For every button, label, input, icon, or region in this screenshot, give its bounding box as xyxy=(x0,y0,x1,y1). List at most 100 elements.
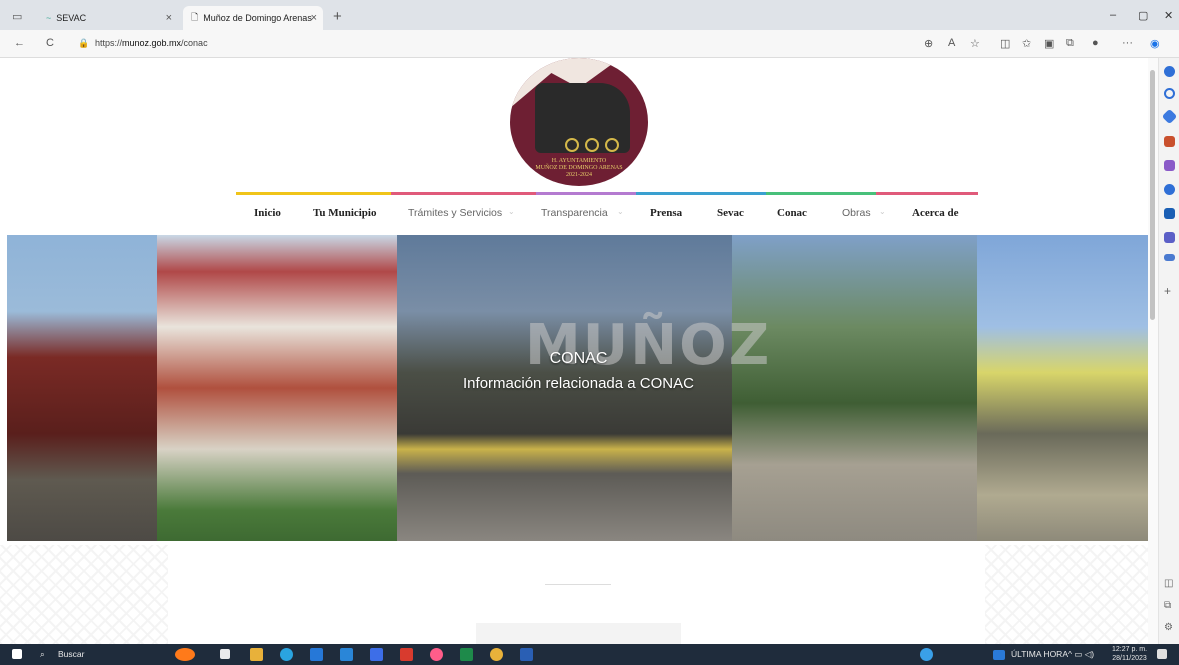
news-ticker[interactable]: ÚLTIMA HORA xyxy=(1011,649,1068,659)
new-tab-button[interactable]: + xyxy=(333,8,342,25)
extension-icon[interactable]: ⧉ xyxy=(1066,37,1074,50)
read-aloud-icon[interactable]: A xyxy=(948,37,955,49)
tab-label: SEVAC xyxy=(56,13,87,23)
external-link-icon[interactable]: ⧉ xyxy=(1164,600,1171,611)
chrome-icon[interactable] xyxy=(490,648,503,661)
edge-sidebar: + ◫ ⧉ ⚙ xyxy=(1158,58,1179,644)
logo-wheel xyxy=(585,138,599,152)
tab-favicon-icon: ~ xyxy=(46,13,52,23)
clock-date: 28/11/2023 xyxy=(1112,655,1147,662)
lock-icon[interactable]: 🔒 xyxy=(78,38,89,49)
logo-line: MUÑOZ DE DOMINGO ARENAS xyxy=(535,165,623,171)
nav-stripe xyxy=(636,192,766,195)
briefcase-icon[interactable] xyxy=(1164,136,1175,147)
tray-icons[interactable]: ^ ▭ ◁) xyxy=(1068,649,1094,660)
clock-time: 12:27 p. m. xyxy=(1112,646,1148,653)
favorites-icon[interactable]: ✩ xyxy=(1022,37,1031,50)
tab-sevac[interactable]: ~ SEVAC × xyxy=(38,6,178,30)
nav-acerca-de[interactable]: Acerca de xyxy=(912,207,959,219)
nav-tu-municipio[interactable]: Tu Municipio xyxy=(313,207,376,219)
nav-stripe xyxy=(766,192,876,195)
refresh-button[interactable]: C xyxy=(46,37,54,49)
search-icon[interactable] xyxy=(1164,88,1175,99)
logo-line: H. AYUNTAMIENTO xyxy=(551,158,607,164)
nav-prensa[interactable]: Prensa xyxy=(650,207,682,219)
sidebar-layout-icon[interactable]: ◫ xyxy=(1164,578,1173,589)
outlook-icon[interactable] xyxy=(1164,208,1175,219)
nav-obras[interactable]: Obras xyxy=(842,207,871,219)
tab-munoz[interactable]: 🗋 Muñoz de Domingo Arenas × xyxy=(183,6,323,30)
office-icon[interactable] xyxy=(400,648,413,661)
logo-wheel xyxy=(605,138,619,152)
close-window-button[interactable]: ✕ xyxy=(1164,9,1173,22)
logo-wheel xyxy=(565,138,579,152)
tab-label: Muñoz de Domingo Arenas xyxy=(203,13,312,23)
url-field[interactable]: https://munoz.gob.mx/conac xyxy=(95,38,208,48)
edge-icon[interactable] xyxy=(280,648,293,661)
content-box xyxy=(476,623,681,644)
hero-title: CONAC xyxy=(549,350,608,367)
web-page: H. AYUNTAMIENTO MUÑOZ DE DOMINGO ARENAS … xyxy=(0,58,1158,644)
nav-tramites[interactable]: Trámites y Servicios xyxy=(408,207,502,219)
designer-icon[interactable] xyxy=(1164,232,1175,243)
collections-icon[interactable]: ▣ xyxy=(1044,37,1054,50)
nav-inicio[interactable]: Inicio xyxy=(254,207,281,219)
page-scrollbar[interactable] xyxy=(1148,58,1158,644)
chevron-down-icon: ⌄ xyxy=(508,207,515,216)
municipal-logo[interactable]: H. AYUNTAMIENTO MUÑOZ DE DOMINGO ARENAS … xyxy=(510,58,648,186)
restore-button[interactable]: ▢ xyxy=(1138,9,1148,22)
clock[interactable]: 12:27 p. m. 28/11/2023 xyxy=(1112,645,1147,663)
firefox-icon[interactable] xyxy=(430,648,443,661)
news-icon[interactable] xyxy=(993,650,1005,660)
app-icon[interactable] xyxy=(370,648,383,661)
split-screen-icon[interactable]: ◫ xyxy=(1000,37,1010,50)
chevron-down-icon: ⌄ xyxy=(617,207,624,216)
back-button[interactable]: ← xyxy=(14,37,25,49)
settings-gear-icon[interactable]: ⚙ xyxy=(1164,622,1173,633)
windows-taskbar: ⌕ Buscar ÚLTIMA HORA ^ ▭ ◁) 12:27 p. m. … xyxy=(0,644,1179,665)
nav-conac[interactable]: Conac xyxy=(777,207,807,219)
nav-transparencia[interactable]: Transparencia xyxy=(541,207,608,219)
notifications-icon[interactable] xyxy=(1157,649,1167,659)
weather-widget-icon[interactable] xyxy=(175,648,195,661)
mail-icon[interactable] xyxy=(340,648,353,661)
profile-avatar[interactable]: ● xyxy=(1092,37,1099,49)
tag-icon[interactable] xyxy=(1161,108,1178,125)
excel-icon[interactable] xyxy=(460,648,473,661)
store-icon[interactable] xyxy=(310,648,323,661)
add-icon[interactable]: + xyxy=(1164,284,1171,298)
nav-stripe xyxy=(391,192,536,195)
background-pattern xyxy=(985,545,1153,644)
zoom-icon[interactable]: ⊕ xyxy=(924,37,933,50)
close-tab-icon[interactable]: × xyxy=(311,12,317,24)
taskbar-search-icon[interactable]: ⌕ xyxy=(40,649,45,660)
background-pattern xyxy=(0,545,168,644)
word-icon[interactable] xyxy=(520,648,533,661)
close-tab-icon[interactable]: × xyxy=(166,12,172,24)
people-icon[interactable] xyxy=(1164,160,1175,171)
bell-icon[interactable] xyxy=(1164,66,1175,77)
start-button[interactable] xyxy=(12,649,22,659)
nav-stripe xyxy=(236,192,391,195)
logo-line: 2021-2024 xyxy=(566,172,592,178)
minimize-button[interactable]: – xyxy=(1110,9,1116,21)
task-view-icon[interactable] xyxy=(220,649,230,659)
more-menu-icon[interactable]: ··· xyxy=(1122,37,1133,49)
favorite-star-icon[interactable]: ☆ xyxy=(970,37,980,50)
hero-watermark: MUÑOZ xyxy=(525,313,772,378)
chevron-down-icon: ⌄ xyxy=(879,207,886,216)
copilot-icon[interactable]: ◉ xyxy=(1150,37,1160,50)
file-explorer-icon[interactable] xyxy=(250,648,263,661)
tab-actions-icon[interactable]: ▭ xyxy=(12,10,22,23)
taskbar-search[interactable]: Buscar xyxy=(58,649,84,659)
logo-text: H. AYUNTAMIENTO MUÑOZ DE DOMINGO ARENAS … xyxy=(510,158,648,179)
nav-stripe xyxy=(876,192,978,195)
circle-app-icon[interactable] xyxy=(1164,184,1175,195)
nav-sevac[interactable]: Sevac xyxy=(717,207,744,219)
help-icon[interactable] xyxy=(920,648,933,661)
hero-subtitle: Información relacionada a CONAC xyxy=(463,375,694,392)
scroll-thumb[interactable] xyxy=(1150,70,1155,320)
shopping-icon[interactable] xyxy=(1164,254,1175,261)
hero-banner: MUÑOZ CONAC Información relacionada a CO… xyxy=(7,235,1150,541)
main-navigation: Inicio Tu Municipio Trámites y Servicios… xyxy=(236,192,978,232)
